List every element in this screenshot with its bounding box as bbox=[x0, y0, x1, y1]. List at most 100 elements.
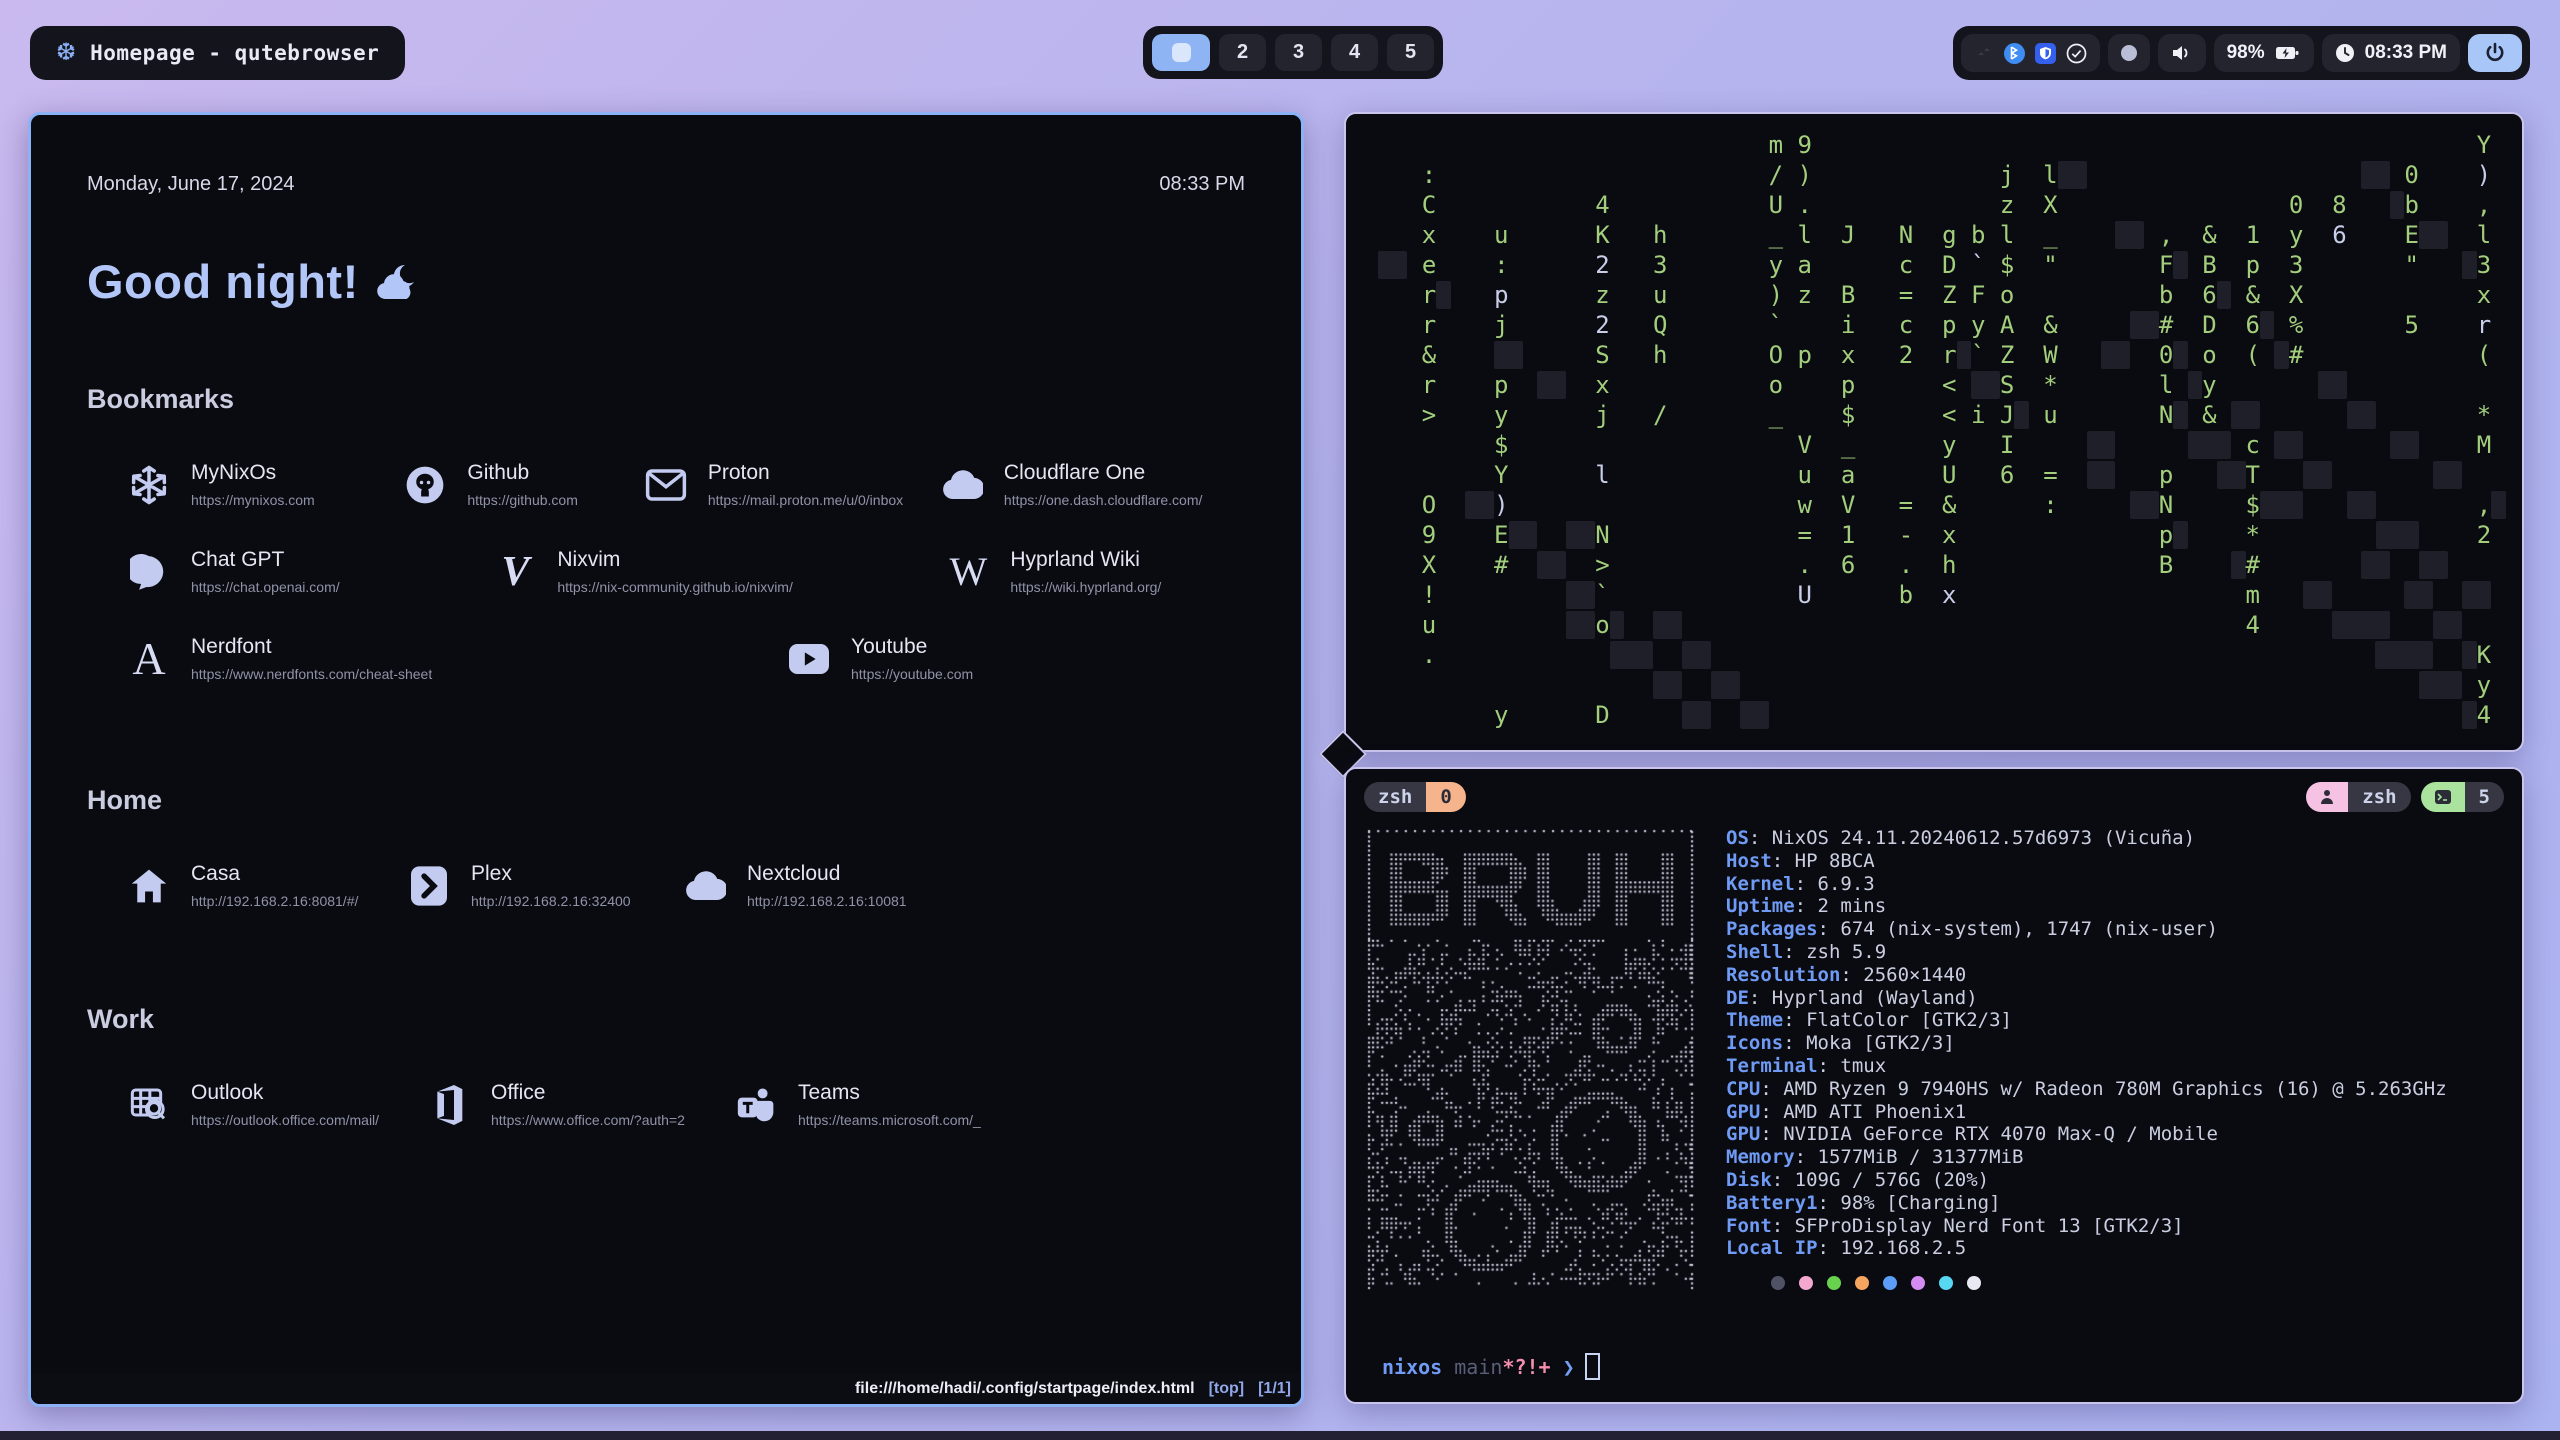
bookmark-card-chat-gpt[interactable]: Chat GPThttps://chat.openai.com/ bbox=[127, 548, 493, 595]
tmux-pane-widget: 5 bbox=[2421, 782, 2504, 816]
tmux-statusbar: zsh 0 zsh 5 bbox=[1364, 782, 2504, 816]
bookmark-card-hyprland-wiki[interactable]: WHyprland Wikihttps://wiki.hyprland.org/ bbox=[946, 548, 1245, 595]
statusbar-scroll-position: [top] bbox=[1209, 1380, 1245, 1398]
tmux-window-index: 0 bbox=[1426, 782, 1465, 812]
tmux-pane-count: 5 bbox=[2465, 782, 2504, 812]
workspace-button-1[interactable] bbox=[1152, 34, 1210, 71]
bookmark-title: Nixvim bbox=[557, 548, 793, 572]
bookmark-row: Casahttp://192.168.2.16:8081/#/Plexhttp:… bbox=[127, 862, 1245, 909]
workspace-button-2[interactable]: 2 bbox=[1219, 34, 1266, 71]
bookmark-card-mynixos[interactable]: MyNixOshttps://mynixos.com bbox=[127, 461, 403, 508]
info-value: 6.9.3 bbox=[1818, 873, 1875, 895]
bookmark-card-youtube[interactable]: Youtube https://youtube.com bbox=[787, 635, 1087, 682]
bookmark-card-nerdfont[interactable]: ANerdfonthttps://www.nerdfonts.com/cheat… bbox=[127, 635, 787, 682]
startpage: Monday, June 17, 2024 08:33 PM Good nigh… bbox=[31, 115, 1301, 1128]
info-value: HP 8BCA bbox=[1795, 850, 1875, 872]
info-value: NVIDIA GeForce RTX 4070 Max-Q / Mobile bbox=[1783, 1123, 2218, 1145]
wiki-w-icon: W bbox=[946, 552, 990, 592]
workspace-button-5[interactable]: 5 bbox=[1387, 34, 1434, 71]
info-key: Battery1 bbox=[1726, 1192, 1818, 1214]
system-info-line: Terminal: tmux bbox=[1726, 1055, 2447, 1078]
bookmark-title: Plex bbox=[471, 862, 631, 886]
info-value: 674 (nix-system), 1747 (nix-user) bbox=[1840, 918, 2218, 940]
bookmark-url: https://youtube.com bbox=[851, 666, 973, 682]
palette-color-dot bbox=[1883, 1276, 1897, 1290]
palette-color-dot bbox=[1827, 1276, 1841, 1290]
clock-pill[interactable]: 08:33 PM bbox=[2322, 34, 2460, 72]
bookmark-card-proton[interactable]: Protonhttps://mail.proton.me/u/0/inbox bbox=[644, 461, 940, 508]
power-icon bbox=[2484, 42, 2506, 64]
info-key: Memory bbox=[1726, 1146, 1795, 1168]
info-value: tmux bbox=[1840, 1055, 1886, 1077]
palette-color-dot bbox=[1911, 1276, 1925, 1290]
user-icon bbox=[2306, 782, 2348, 812]
system-info-line: Icons: Moka [GTK2/3] bbox=[1726, 1032, 2447, 1055]
tmux-user-widget: zsh bbox=[2306, 782, 2410, 816]
shield-icon bbox=[2035, 43, 2056, 64]
info-value: Hyprland (Wayland) bbox=[1772, 987, 1978, 1009]
terminal-icon bbox=[2421, 782, 2465, 812]
status-icons-group[interactable] bbox=[1961, 34, 2100, 72]
prompt-git-branch: main bbox=[1454, 1355, 1502, 1379]
system-tray: 98% 08:33 PM bbox=[1953, 26, 2530, 80]
volume-pill[interactable] bbox=[2158, 34, 2206, 72]
bookmark-card-nixvim[interactable]: VNixvimhttps://nix-community.github.io/n… bbox=[493, 548, 946, 595]
bookmark-card-github[interactable]: Githubhttps://github.com bbox=[403, 461, 643, 508]
bookmark-title: Casa bbox=[191, 862, 358, 886]
info-key: Disk bbox=[1726, 1169, 1772, 1191]
palette-color-dot bbox=[1939, 1276, 1953, 1290]
tmux-right-group: zsh 5 bbox=[2306, 782, 2504, 816]
shell-prompt[interactable]: nixos main *?!+ ❯ bbox=[1382, 1353, 1600, 1380]
bookmark-card-teams[interactable]: Teamshttps://teams.microsoft.com/_ bbox=[734, 1081, 1034, 1128]
battery-pill[interactable]: 98% bbox=[2214, 34, 2314, 72]
section-title-bookmarks: Bookmarks bbox=[87, 384, 1245, 415]
tmux-session-group[interactable]: zsh 0 bbox=[1364, 782, 1466, 816]
info-value: NixOS 24.11.20240612.57d6973 (Vicuña) bbox=[1772, 827, 2195, 849]
bookmark-url: https://mail.proton.me/u/0/inbox bbox=[708, 492, 903, 508]
bookmark-title: Hyprland Wiki bbox=[1010, 548, 1161, 572]
system-info-line: Battery1: 98% [Charging] bbox=[1726, 1192, 2447, 1215]
bookmark-card-casa[interactable]: Casahttp://192.168.2.16:8081/#/ bbox=[127, 862, 407, 909]
tmux-user-name: zsh bbox=[2348, 782, 2410, 812]
info-value: AMD Ryzen 9 7940HS w/ Radeon 780M Graphi… bbox=[1783, 1078, 2446, 1100]
bookmark-card-plex[interactable]: Plexhttp://192.168.2.16:32400 bbox=[407, 862, 683, 909]
greeting-text: Good night! bbox=[87, 254, 359, 309]
fetch-terminal-window[interactable]: zsh 0 zsh 5 OS: NixOS 24.11.20240612.57d… bbox=[1344, 767, 2524, 1404]
info-value: AMD ATI Phoenix1 bbox=[1783, 1101, 1966, 1123]
workspace-button-4[interactable]: 4 bbox=[1331, 34, 1378, 71]
system-info-line: Shell: zsh 5.9 bbox=[1726, 941, 2447, 964]
bookmark-card-nextcloud[interactable]: Nextcloudhttp://192.168.2.16:10081 bbox=[683, 862, 983, 909]
bookmark-title: Nextcloud bbox=[747, 862, 907, 886]
palette-color-dot bbox=[1967, 1276, 1981, 1290]
bookmark-card-office[interactable]: Officehttps://www.office.com/?auth=2 bbox=[427, 1081, 734, 1128]
moon-cloud-icon bbox=[375, 263, 421, 301]
bookmark-card-cloudflare-one[interactable]: Cloudflare Onehttps://one.dash.cloudflar… bbox=[940, 461, 1245, 508]
cmatrix-terminal-window[interactable]: m 9 Y : / ) j l 0 ) C 4 U . z X 0 8 bbox=[1344, 112, 2524, 752]
info-key: Kernel bbox=[1726, 873, 1795, 895]
system-info-line: Uptime: 2 mins bbox=[1726, 895, 2447, 918]
qutebrowser-window[interactable]: Monday, June 17, 2024 08:33 PM Good nigh… bbox=[28, 112, 1304, 1407]
speaker-icon bbox=[2171, 43, 2193, 63]
network-disconnected-icon bbox=[1974, 43, 1994, 63]
startpage-time: 08:33 PM bbox=[1159, 173, 1245, 196]
system-info-list: OS: NixOS 24.11.20240612.57d6973 (Vicuña… bbox=[1726, 827, 2447, 1260]
bookmark-row: ANerdfonthttps://www.nerdfonts.com/cheat… bbox=[127, 635, 1245, 682]
power-button[interactable] bbox=[2468, 34, 2522, 72]
system-info-line: Memory: 1577MiB / 31377MiB bbox=[1726, 1146, 2447, 1169]
bookmark-title: Cloudflare One bbox=[1004, 461, 1202, 485]
bookmark-url: https://mynixos.com bbox=[191, 492, 315, 508]
startpage-date: Monday, June 17, 2024 bbox=[87, 173, 295, 196]
workspace-button-3[interactable]: 3 bbox=[1275, 34, 1322, 71]
bookmark-title: Outlook bbox=[191, 1081, 379, 1105]
bruh-ascii-art bbox=[1366, 827, 1696, 1290]
info-key: GPU bbox=[1726, 1101, 1760, 1123]
system-info-line: Kernel: 6.9.3 bbox=[1726, 873, 2447, 896]
window-title: Homepage - qutebrowser bbox=[90, 41, 379, 65]
bookmark-card-outlook[interactable]: Outlookhttps://outlook.office.com/mail/ bbox=[127, 1081, 427, 1128]
bookmark-title: Youtube bbox=[851, 635, 973, 659]
bookmark-url: https://github.com bbox=[467, 492, 578, 508]
bookmark-title: Teams bbox=[798, 1081, 981, 1105]
info-key: Shell bbox=[1726, 941, 1783, 963]
battery-charging-icon bbox=[2275, 43, 2301, 63]
idle-inhibitor-pill[interactable] bbox=[2108, 34, 2150, 72]
